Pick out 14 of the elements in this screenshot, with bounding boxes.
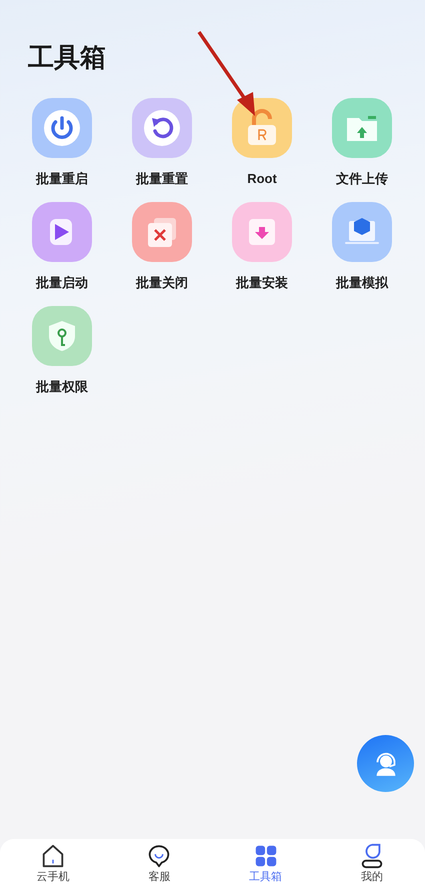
tool-button[interactable]: 文件上传 [314, 98, 410, 188]
tool-button[interactable]: 批量重启 [14, 98, 110, 188]
tool-button[interactable]: 批量权限 [14, 306, 110, 396]
tool-button[interactable]: 批量安装 [214, 202, 310, 292]
tool-button[interactable]: 批量关闭 [114, 202, 210, 292]
tool-button[interactable]: 批量启动 [14, 202, 110, 292]
tool-button[interactable]: 批量重置 [114, 98, 210, 188]
page-title: 工具箱 [28, 42, 106, 75]
tool-button[interactable]: Root [214, 98, 310, 188]
tab[interactable]: 云手机 [0, 839, 106, 893]
tab[interactable]: 我的 [318, 839, 425, 893]
tab[interactable]: 客服 [106, 839, 212, 893]
tab[interactable]: 工具箱 [212, 839, 319, 893]
tool-button[interactable]: 批量模拟 [314, 202, 410, 292]
